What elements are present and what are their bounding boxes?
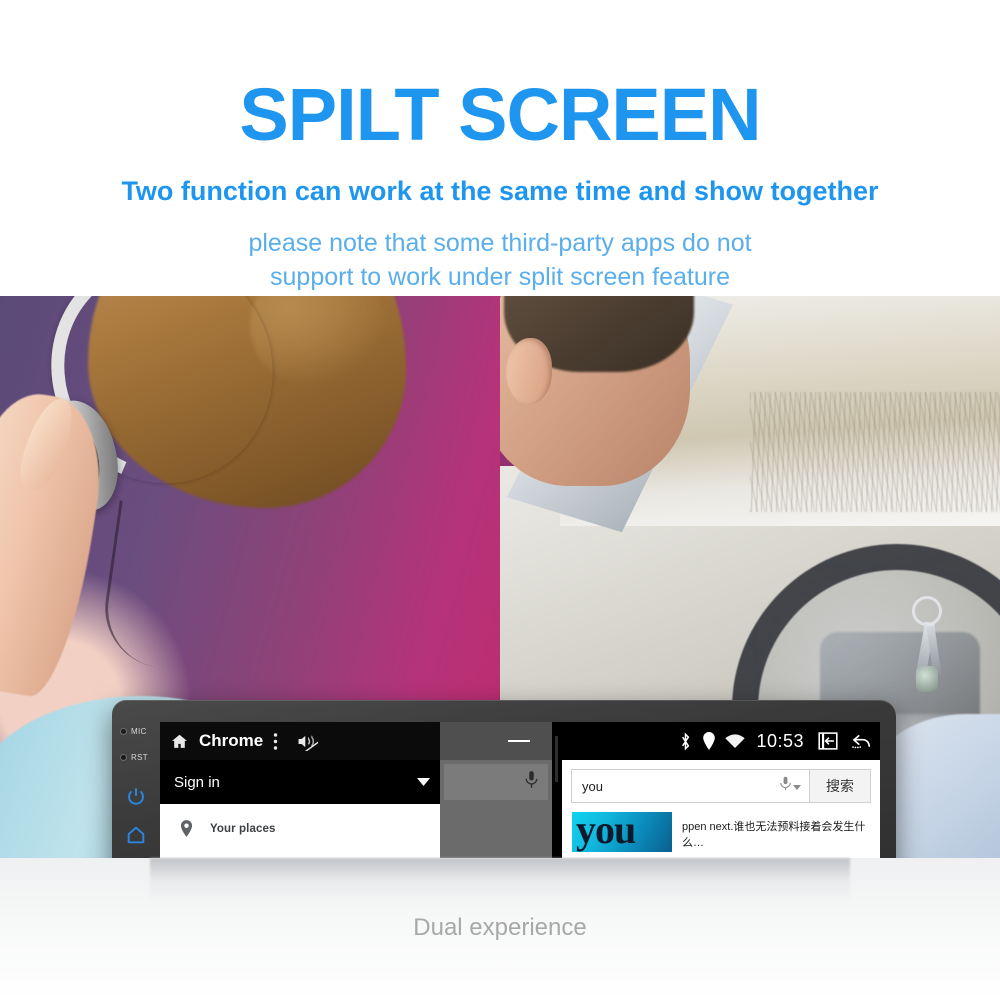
android-status-bar: 10:53 xyxy=(562,722,880,760)
divider-grip[interactable] xyxy=(555,736,558,782)
key-fob xyxy=(916,666,938,692)
chevron-down-icon[interactable] xyxy=(417,773,430,791)
car-head-unit: MIC RST Chrome Sign in Your places 10:53… xyxy=(112,700,896,858)
titlebar-spacer xyxy=(440,722,552,760)
signin-label: Sign in xyxy=(174,773,220,791)
wifi-icon xyxy=(725,733,746,749)
lifestyle-photo-band: MIC RST Chrome Sign in Your places 10:53… xyxy=(0,296,1000,858)
split-divider-handle[interactable] xyxy=(508,740,530,742)
device-reflection xyxy=(150,858,850,904)
promo-header: SPILT SCREEN Two function can work at th… xyxy=(0,0,1000,296)
overflow-menu-icon[interactable] xyxy=(273,732,278,751)
mic-label: MIC xyxy=(131,726,147,736)
result-thumbnail: you xyxy=(572,812,672,852)
promo-footer: Dual experience xyxy=(0,858,1000,1000)
search-input[interactable]: you xyxy=(571,769,809,803)
menu-item-your-contributions[interactable]: Your contributions xyxy=(160,847,440,858)
caret-down-icon[interactable] xyxy=(793,777,801,795)
bluetooth-icon xyxy=(678,731,693,751)
search-submit-button[interactable]: 搜索 xyxy=(809,769,871,803)
rst-label: RST xyxy=(131,752,148,762)
microphone-icon[interactable] xyxy=(780,776,791,796)
map-search-stub[interactable] xyxy=(444,764,548,800)
home-icon[interactable] xyxy=(170,732,189,751)
result-thumbnail-text: you xyxy=(576,812,636,852)
hanging-car-keys xyxy=(900,596,954,716)
microphone-icon[interactable] xyxy=(525,770,538,794)
split-screen-container: Chrome Sign in Your places 10:53 you 搜索 … xyxy=(160,722,880,858)
reset-indicator[interactable]: RST xyxy=(112,744,160,770)
menu-item-label: Your places xyxy=(210,822,276,835)
map-pin-icon xyxy=(176,820,196,837)
mic-indicator: MIC xyxy=(112,718,160,744)
location-icon xyxy=(702,732,716,750)
maps-navigation-drawer: Your places Your contributions xyxy=(160,804,440,858)
account-signin-bar[interactable]: Sign in xyxy=(160,760,440,804)
volume-mute-icon[interactable] xyxy=(296,732,319,751)
back-icon[interactable] xyxy=(848,730,872,752)
device-bezel-left: MIC RST xyxy=(112,700,160,858)
rst-led xyxy=(120,753,127,761)
power-icon[interactable] xyxy=(125,786,147,808)
split-pane-right: 10:53 you 搜索 you ppen next.谁也无法预料接着会发生什么… xyxy=(562,722,880,858)
page-subtitle: Two function can work at the same time a… xyxy=(121,176,879,206)
split-pane-left: Chrome Sign in Your places xyxy=(160,722,552,858)
page-note-line2: support to work under split screen featu… xyxy=(270,262,730,291)
driver-ear xyxy=(506,338,552,404)
voice-search-control[interactable] xyxy=(780,776,801,796)
status-clock: 10:53 xyxy=(756,730,804,751)
device-screen: Chrome Sign in Your places 10:53 you 搜索 … xyxy=(160,722,880,858)
page-note: please note that some third-party apps d… xyxy=(0,227,1000,294)
headphone-cord xyxy=(97,500,239,676)
page-title: SPILT SCREEN xyxy=(239,73,761,156)
footer-caption: Dual experience xyxy=(413,914,587,941)
roadside-brush xyxy=(750,392,1000,512)
home-icon[interactable] xyxy=(125,824,147,846)
browser-search-row: you 搜索 xyxy=(562,760,880,810)
menu-item-your-places[interactable]: Your places xyxy=(160,810,440,847)
search-result-item[interactable]: you ppen next.谁也无法预料接着会发生什么… xyxy=(562,810,880,852)
app-titlebar: Chrome xyxy=(160,722,440,760)
mic-led xyxy=(120,727,127,735)
split-screen-divider[interactable] xyxy=(552,722,562,858)
map-canvas[interactable]: GO xyxy=(440,804,552,858)
page-note-line1: please note that some third-party apps d… xyxy=(248,229,752,257)
result-snippet: ppen next.谁也无法预料接着会发生什么… xyxy=(682,821,866,849)
search-input-value: you xyxy=(582,778,603,794)
menu-group-1: Your places Your contributions xyxy=(160,804,440,858)
split-screen-icon[interactable] xyxy=(817,730,839,752)
app-title: Chrome xyxy=(199,731,264,750)
